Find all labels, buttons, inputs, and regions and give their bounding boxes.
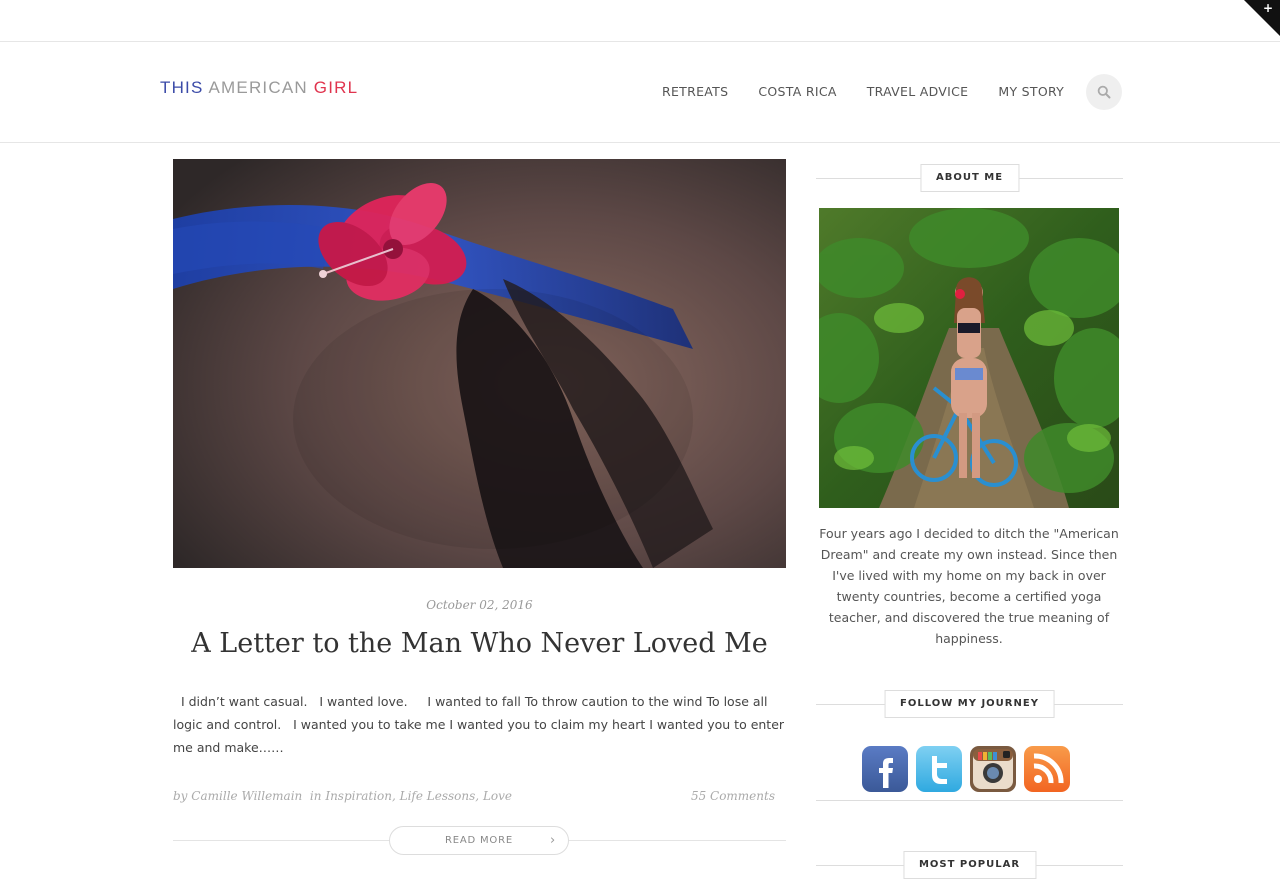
twitter-icon[interactable] [916, 746, 962, 792]
nav-item-retreats[interactable]: RETREATS [662, 84, 728, 99]
social-icons [862, 746, 1070, 792]
read-more-label: READ MORE [445, 835, 513, 846]
main-nav: RETREATS COSTA RICA TRAVEL ADVICE MY STO… [662, 84, 1064, 99]
plus-icon: + [1262, 1, 1273, 15]
rss-icon[interactable] [1024, 746, 1070, 792]
popular-heading-label: MOST POPULAR [902, 851, 1037, 879]
popular-widget-heading: MOST POPULAR [816, 851, 1123, 879]
top-bar: + [0, 0, 1280, 42]
category-link-life-lessons[interactable]: Life Lessons [400, 789, 476, 803]
instagram-icon[interactable] [970, 746, 1016, 792]
comments-link[interactable]: 55 Comments [691, 789, 775, 803]
post-title[interactable]: A Letter to the Man Who Never Loved Me [173, 628, 786, 659]
post-meta: by Camille Willemain in Inspiration, Lif… [173, 789, 775, 803]
category-link-love[interactable]: Love [483, 789, 512, 803]
corner-toggle[interactable]: + [1244, 0, 1280, 36]
site-header: THIS AMERICAN GIRL RETREATS COSTA RICA T… [0, 42, 1280, 143]
nav-item-costa-rica[interactable]: COSTA RICA [758, 84, 836, 99]
author-link[interactable]: Camille Willemain [191, 789, 302, 803]
logo-part-this: THIS [160, 78, 209, 97]
follow-heading-label: FOLLOW MY JOURNEY [884, 690, 1055, 718]
about-widget-heading: ABOUT ME [816, 164, 1123, 192]
post-excerpt: I didn’t want casual. I wanted love. I w… [173, 694, 789, 755]
search-button[interactable] [1086, 74, 1122, 110]
nav-item-travel-advice[interactable]: TRAVEL ADVICE [867, 84, 969, 99]
meta-by-label: by [173, 789, 188, 803]
about-photo [819, 208, 1119, 508]
chevron-right-icon: › [550, 833, 556, 848]
about-heading-label: ABOUT ME [919, 164, 1020, 192]
site-logo[interactable]: THIS AMERICAN GIRL [160, 78, 358, 98]
follow-divider [816, 800, 1123, 801]
logo-part-girl: GIRL [313, 78, 359, 97]
post-featured-image[interactable] [173, 159, 786, 568]
category-link-inspiration[interactable]: Inspiration [325, 789, 392, 803]
read-more-button[interactable]: READ MORE › [389, 826, 569, 855]
facebook-icon[interactable] [862, 746, 908, 792]
about-text: Four years ago I decided to ditch the "A… [819, 526, 1119, 646]
meta-in-label: in [309, 789, 322, 803]
follow-widget-heading: FOLLOW MY JOURNEY [816, 690, 1123, 718]
nav-item-my-story[interactable]: MY STORY [998, 84, 1064, 99]
post-date: October 02, 2016 [426, 598, 533, 612]
search-icon [1097, 85, 1111, 99]
logo-part-american: AMERICAN [208, 78, 314, 97]
